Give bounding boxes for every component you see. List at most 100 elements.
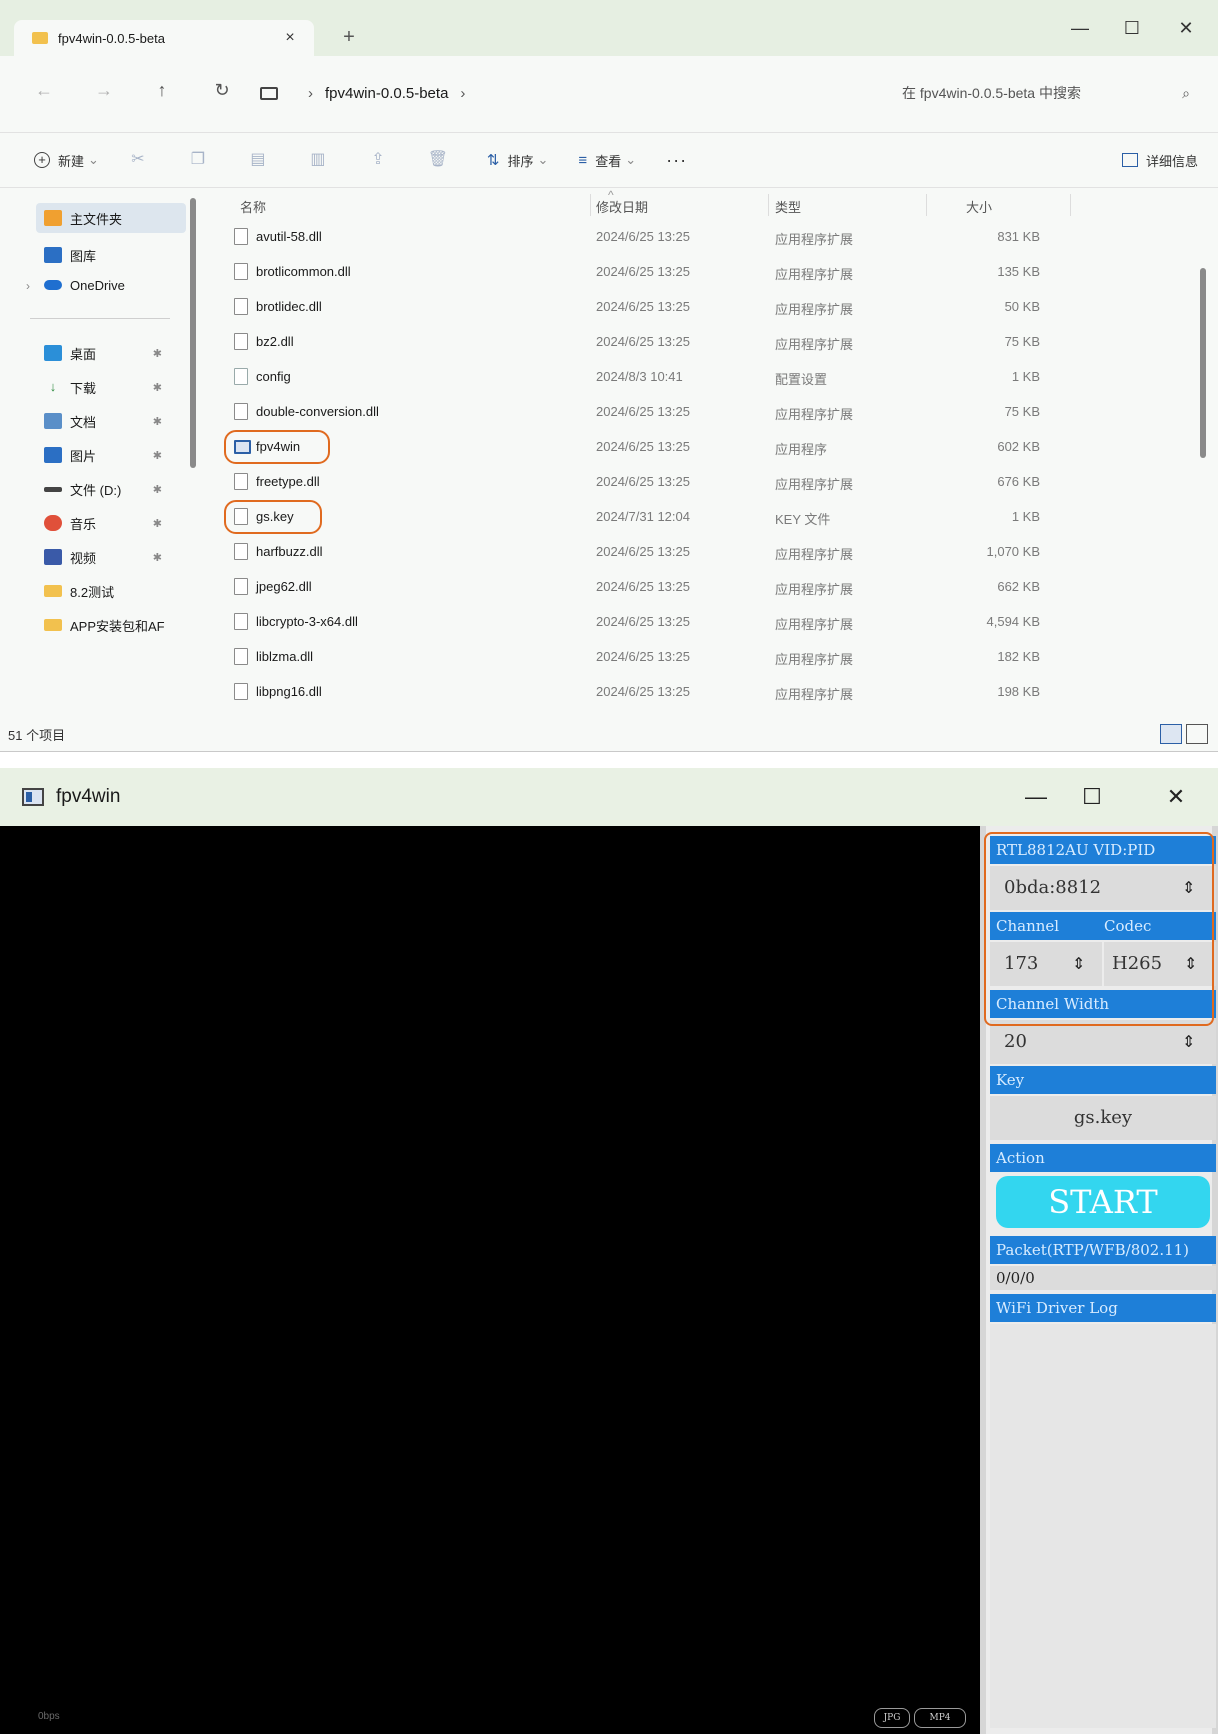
view-button[interactable]: ≡ 查看 ⌄ [578, 151, 636, 170]
nav-item-downloads[interactable]: ↓ 下载 ✱ [0, 372, 186, 402]
wifi-driver-log[interactable] [990, 1324, 1216, 1728]
nav-item-folder-app[interactable]: APP安装包和AF [0, 610, 186, 640]
column-divider[interactable] [768, 194, 769, 216]
nav-label: APP安装包和AF [70, 618, 165, 634]
nav-item-desktop[interactable]: 桌面 ✱ [0, 338, 186, 368]
pin-icon[interactable]: ✱ [153, 415, 162, 428]
chevron-right-icon: › [308, 84, 313, 102]
file-row[interactable]: libcrypto-3-x64.dll 2024/6/25 13:25 应用程序扩展… [210, 605, 1200, 640]
nav-item-onedrive[interactable]: OneDrive [0, 270, 186, 300]
jpg-snapshot-button[interactable]: JPG [874, 1708, 910, 1728]
minimize-button[interactable]: — [1060, 18, 1100, 39]
channel-width-value: 20 [1004, 1031, 1027, 1052]
new-tab-button[interactable]: + [336, 24, 362, 50]
chevron-down-icon: ⌄ [625, 152, 637, 167]
nav-label: 图片 [70, 448, 97, 464]
file-size: 1,070 KB [986, 544, 1041, 559]
forward-arrow-icon[interactable]: → [90, 80, 118, 101]
pin-icon[interactable]: ✱ [153, 551, 162, 564]
start-button[interactable]: START [996, 1176, 1210, 1228]
file-row[interactable]: double-conversion.dll 2024/6/25 13:25 应用程序… [210, 395, 1200, 430]
explorer-tab[interactable]: fpv4win-0.0.5-beta × [14, 20, 314, 56]
file-row[interactable]: brotlicommon.dll 2024/6/25 13:25 应用程序扩展 135… [210, 255, 1200, 290]
file-date: 2024/6/25 13:25 [596, 439, 690, 454]
column-header-size[interactable]: 大小 [966, 192, 992, 220]
file-row[interactable]: harfbuzz.dll 2024/6/25 13:25 应用程序扩展 1,070 K… [210, 535, 1200, 570]
nav-item-home[interactable]: 主文件夹 [36, 203, 186, 233]
packet-header: Packet(RTP/WFB/802.11) [990, 1236, 1216, 1264]
file-list-scrollbar[interactable] [1200, 268, 1206, 458]
search-box[interactable]: 在 fpv4win-0.0.5-beta 中搜索 ⌕ [892, 76, 1202, 110]
file-row[interactable]: brotlidec.dll 2024/6/25 13:25 应用程序扩展 50 KB [210, 290, 1200, 325]
file-row[interactable]: jpeg62.dll 2024/6/25 13:25 应用程序扩展 662 KB [210, 570, 1200, 605]
channel-width-select[interactable]: 20 ⇕ [990, 1020, 1216, 1064]
copy-icon[interactable]: ❐ [187, 149, 209, 171]
file-row[interactable]: liblzma.dll 2024/6/25 13:25 应用程序扩展 182 KB [210, 640, 1200, 675]
column-divider[interactable] [926, 194, 927, 216]
pin-icon[interactable]: ✱ [153, 449, 162, 462]
dll-file-icon [234, 543, 248, 560]
navpane-scrollbar[interactable] [190, 198, 196, 468]
nav-item-music[interactable]: 音乐 ✱ [0, 508, 186, 538]
file-size: 1 KB [1011, 369, 1040, 384]
file-row[interactable]: bz2.dll 2024/6/25 13:25 应用程序扩展 75 KB [210, 325, 1200, 360]
details-view-icon[interactable] [1160, 724, 1182, 744]
column-header-name[interactable]: 名称 [240, 192, 266, 220]
new-button[interactable]: + 新建 ⌄ [34, 151, 99, 170]
pin-icon[interactable]: ✱ [153, 517, 162, 530]
nav-item-folder-test[interactable]: 8.2测试 [0, 576, 186, 606]
file-size: 662 KB [997, 579, 1040, 594]
file-row[interactable]: config 2024/8/3 10:41 配置设置 1 KB [210, 360, 1200, 395]
pin-icon[interactable]: ✱ [153, 381, 162, 394]
nav-item-documents[interactable]: 文档 ✱ [0, 406, 186, 436]
highlight-annotation [224, 430, 330, 464]
rename-icon[interactable]: ▥ [307, 149, 329, 171]
file-row[interactable]: freetype.dll 2024/6/25 13:25 应用程序扩展 676 KB [210, 465, 1200, 500]
spinner-arrows-icon[interactable]: ⇕ [1182, 1020, 1195, 1064]
share-icon[interactable]: ⇪ [367, 149, 389, 171]
file-name: avutil-58.dll [256, 229, 322, 244]
column-divider[interactable] [1070, 194, 1071, 216]
details-pane-button[interactable]: 详细信息 [1121, 151, 1198, 170]
file-row[interactable]: libpng16.dll 2024/6/25 13:25 应用程序扩展 198 KB [210, 675, 1200, 710]
video-display: 0bps JPG MP4 [0, 826, 980, 1734]
up-arrow-icon[interactable]: ↑ [148, 80, 176, 101]
packet-counter: 0/0/0 [990, 1266, 1216, 1290]
more-options-button[interactable]: ··· [666, 150, 687, 171]
mp4-record-button[interactable]: MP4 [914, 1708, 966, 1728]
cut-icon[interactable]: ✂ [127, 149, 149, 171]
tab-title: fpv4win-0.0.5-beta [58, 30, 165, 46]
breadcrumb-item[interactable]: fpv4win-0.0.5-beta [325, 85, 448, 102]
column-header-date[interactable]: 修改日期 [596, 192, 648, 220]
back-arrow-icon[interactable]: ← [30, 80, 58, 101]
file-row[interactable]: avutil-58.dll 2024/6/25 13:25 应用程序扩展 831 KB [210, 220, 1200, 255]
nav-item-drive-d[interactable]: 文件 (D:) ✱ [0, 474, 186, 504]
file-type: 应用程序扩展 [775, 652, 854, 667]
tiles-view-icon[interactable] [1186, 724, 1208, 744]
nav-item-pictures[interactable]: 图片 ✱ [0, 440, 186, 470]
file-explorer-window: fpv4win-0.0.5-beta × + — ☐ ✕ ← → ↑ ↻ › f… [0, 0, 1218, 752]
minimize-button[interactable]: — [1016, 784, 1056, 810]
column-divider[interactable] [590, 194, 591, 216]
nav-item-gallery[interactable]: 图库 [0, 240, 186, 270]
key-file-field[interactable]: gs.key [990, 1096, 1216, 1140]
close-window-button[interactable]: ✕ [1156, 784, 1196, 810]
dll-file-icon [234, 648, 248, 665]
nav-item-videos[interactable]: 视频 ✱ [0, 542, 186, 572]
file-row[interactable]: fpv4win 2024/6/25 13:25 应用程序 602 KB [210, 430, 1200, 465]
refresh-icon[interactable]: ↻ [208, 80, 236, 101]
maximize-button[interactable]: ☐ [1072, 784, 1112, 810]
pin-icon[interactable]: ✱ [153, 347, 162, 360]
chevron-right-icon[interactable]: › [460, 85, 465, 102]
pin-icon[interactable]: ✱ [153, 483, 162, 496]
file-row[interactable]: gs.key 2024/7/31 12:04 KEY 文件 1 KB [210, 500, 1200, 535]
sort-button[interactable]: ⇅ 排序 ⌄ [487, 151, 549, 170]
maximize-button[interactable]: ☐ [1112, 18, 1152, 39]
close-window-button[interactable]: ✕ [1166, 18, 1206, 39]
file-name: brotlidec.dll [256, 299, 322, 314]
address-bar[interactable]: › fpv4win-0.0.5-beta › [260, 78, 870, 108]
delete-icon[interactable]: 🗑 [427, 149, 449, 171]
paste-icon[interactable]: ▤ [247, 149, 269, 171]
close-tab-icon[interactable]: × [276, 29, 304, 47]
column-header-type[interactable]: 类型 [775, 192, 801, 220]
